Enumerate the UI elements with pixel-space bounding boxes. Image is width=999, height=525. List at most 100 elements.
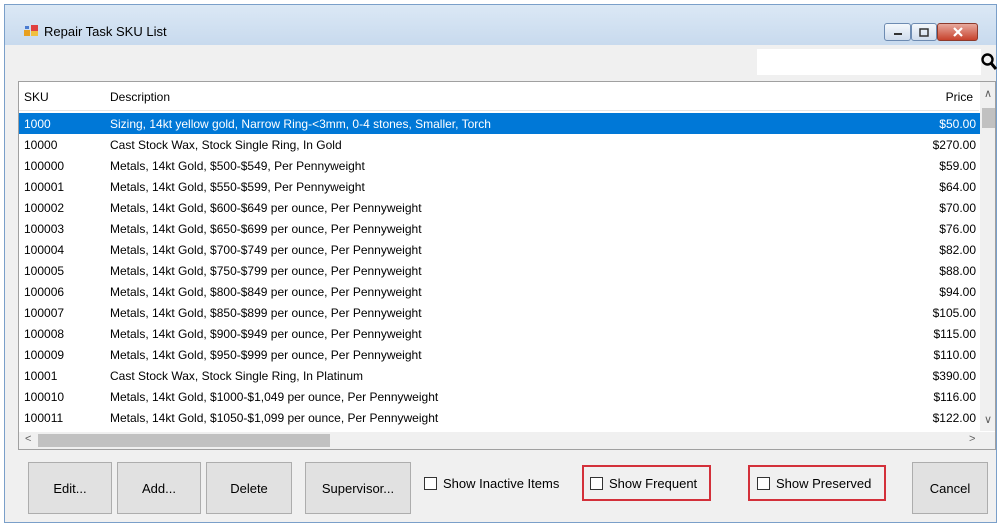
table-row[interactable]: 100007 Metals, 14kt Gold, $850-$899 per o…: [19, 302, 980, 323]
sku-cell: 100004: [24, 243, 65, 257]
horizontal-scrollbar[interactable]: < >: [19, 432, 995, 449]
description-cell: Cast Stock Wax, Stock Single Ring, In Go…: [110, 138, 342, 152]
table-row-selected[interactable]: 1000 Sizing, 14kt yellow gold, Narrow Rin…: [19, 113, 980, 134]
list-header: SKU Description Price: [19, 82, 979, 111]
show-inactive-label: Show Inactive Items: [443, 476, 560, 491]
show-inactive-checkbox[interactable]: Show Inactive Items: [424, 476, 559, 491]
price-cell: $82.00: [939, 243, 976, 257]
column-header-description[interactable]: Description: [110, 90, 170, 104]
supervisor-button[interactable]: Supervisor...: [305, 462, 411, 514]
scroll-right-icon[interactable]: >: [969, 433, 975, 445]
price-cell: $115.00: [933, 327, 977, 341]
minimize-button[interactable]: [884, 23, 911, 41]
table-row[interactable]: 100006 Metals, 14kt Gold, $800-$849 per o…: [19, 281, 980, 302]
sku-cell: 10001: [24, 369, 58, 383]
title-bar[interactable]: Repair Task SKU List: [5, 5, 996, 45]
sku-list[interactable]: SKU Description Price 1000 Sizing, 14kt y…: [18, 81, 996, 450]
table-row[interactable]: 100004 Metals, 14kt Gold, $700-$749 per o…: [19, 239, 980, 260]
show-frequent-checkbox[interactable]: Show Frequent: [590, 476, 697, 491]
description-cell: Metals, 14kt Gold, $550-$599, Per Pennyw…: [110, 180, 365, 194]
vertical-scrollbar[interactable]: ∧ ∨: [980, 82, 995, 431]
scroll-down-icon[interactable]: ∨: [984, 413, 992, 426]
maximize-icon: [919, 27, 929, 37]
table-row[interactable]: 100011 Metals, 14kt Gold, $1050-$1,099 pe…: [19, 407, 980, 428]
price-cell: $122.00: [932, 411, 976, 425]
description-cell: Metals, 14kt Gold, $950-$999 per ounce, …: [110, 348, 422, 362]
sku-cell: 100000: [24, 159, 65, 173]
edit-button-label: Edit...: [53, 480, 87, 496]
sku-cell: 10000: [24, 138, 58, 152]
price-cell: $116.00: [933, 390, 977, 404]
description-cell: Metals, 14kt Gold, $650-$699 per ounce, …: [110, 222, 422, 236]
show-preserved-label: Show Preserved: [776, 476, 872, 491]
description-cell: Metals, 14kt Gold, $800-$849 per ounce, …: [110, 285, 422, 299]
description-cell: Metals, 14kt Gold, $850-$899 per ounce, …: [110, 306, 422, 320]
sku-cell: 100007: [24, 306, 65, 320]
price-cell: $94.00: [939, 285, 976, 299]
table-row[interactable]: 100002 Metals, 14kt Gold, $600-$649 per o…: [19, 197, 980, 218]
supervisor-button-label: Supervisor...: [321, 480, 395, 496]
delete-button[interactable]: Delete: [206, 462, 292, 514]
delete-button-label: Delete: [230, 480, 268, 496]
list-rows: 1000 Sizing, 14kt yellow gold, Narrow Rin…: [19, 113, 980, 428]
show-frequent-box[interactable]: [590, 477, 603, 490]
column-header-sku[interactable]: SKU: [24, 90, 49, 104]
sku-cell: 100003: [24, 222, 65, 236]
scroll-up-icon[interactable]: ∧: [984, 87, 992, 100]
price-cell: $70.00: [939, 201, 976, 215]
close-button[interactable]: [937, 23, 978, 41]
sku-cell: 100008: [24, 327, 65, 341]
search-icon[interactable]: [981, 53, 997, 71]
description-cell: Metals, 14kt Gold, $900-$949 per ounce, …: [110, 327, 422, 341]
cancel-button-label: Cancel: [929, 480, 971, 496]
cancel-button[interactable]: Cancel: [912, 462, 988, 514]
description-cell: Metals, 14kt Gold, $500-$549, Per Pennyw…: [110, 159, 365, 173]
repair-task-sku-window: Repair Task SKU List SKU Description Pri…: [4, 4, 997, 523]
sku-cell: 100011: [24, 411, 64, 425]
table-row[interactable]: 100008 Metals, 14kt Gold, $900-$949 per o…: [19, 323, 980, 344]
search-input[interactable]: [757, 49, 981, 75]
table-row[interactable]: 100009 Metals, 14kt Gold, $950-$999 per o…: [19, 344, 980, 365]
table-row[interactable]: 100005 Metals, 14kt Gold, $750-$799 per o…: [19, 260, 980, 281]
sku-cell: 100010: [24, 390, 65, 404]
table-row[interactable]: 100000 Metals, 14kt Gold, $500-$549, Per …: [19, 155, 980, 176]
table-row[interactable]: 100010 Metals, 14kt Gold, $1000-$1,049 pe…: [19, 386, 980, 407]
show-frequent-label: Show Frequent: [609, 476, 698, 491]
price-cell: $110.00: [933, 348, 977, 362]
add-button[interactable]: Add...: [117, 462, 201, 514]
price-cell: $390.00: [932, 369, 976, 383]
description-cell: Sizing, 14kt yellow gold, Narrow Ring-<3…: [110, 117, 491, 131]
edit-button[interactable]: Edit...: [28, 462, 112, 514]
close-icon: [952, 27, 963, 37]
description-cell: Metals, 14kt Gold, $600-$649 per ounce, …: [110, 201, 422, 215]
description-cell: Metals, 14kt Gold, $750-$799 per ounce, …: [110, 264, 422, 278]
show-preserved-box[interactable]: [757, 477, 770, 490]
table-row[interactable]: 100003 Metals, 14kt Gold, $650-$699 per o…: [19, 218, 980, 239]
description-cell: Metals, 14kt Gold, $700-$749 per ounce, …: [110, 243, 422, 257]
sku-cell: 100009: [24, 348, 65, 362]
sku-cell: 100006: [24, 285, 65, 299]
table-row[interactable]: 10000 Cast Stock Wax, Stock Single Ring, …: [19, 134, 980, 155]
show-preserved-checkbox[interactable]: Show Preserved: [757, 476, 871, 491]
search-bar: [17, 45, 997, 78]
price-cell: $105.00: [932, 306, 976, 320]
sku-cell: 1000: [24, 117, 51, 131]
price-cell: $76.00: [939, 222, 976, 236]
maximize-button[interactable]: [911, 23, 937, 41]
table-row[interactable]: 100001 Metals, 14kt Gold, $550-$599, Per …: [19, 176, 980, 197]
price-cell: $64.00: [939, 180, 976, 194]
sku-cell: 100001: [24, 180, 65, 194]
minimize-icon: [893, 33, 902, 35]
description-cell: Cast Stock Wax, Stock Single Ring, In Pl…: [110, 369, 363, 383]
scroll-left-icon[interactable]: <: [25, 433, 31, 445]
horizontal-scroll-thumb[interactable]: [38, 434, 330, 447]
price-cell: $59.00: [939, 159, 976, 173]
window-title: Repair Task SKU List: [44, 24, 167, 39]
show-inactive-box[interactable]: [424, 477, 437, 490]
sku-cell: 100005: [24, 264, 65, 278]
sku-cell: 100002: [24, 201, 65, 215]
vertical-scroll-thumb[interactable]: [982, 108, 995, 128]
description-cell: Metals, 14kt Gold, $1000-$1,049 per ounc…: [110, 390, 439, 404]
column-header-price[interactable]: Price: [946, 90, 973, 104]
table-row[interactable]: 10001 Cast Stock Wax, Stock Single Ring, …: [19, 365, 980, 386]
